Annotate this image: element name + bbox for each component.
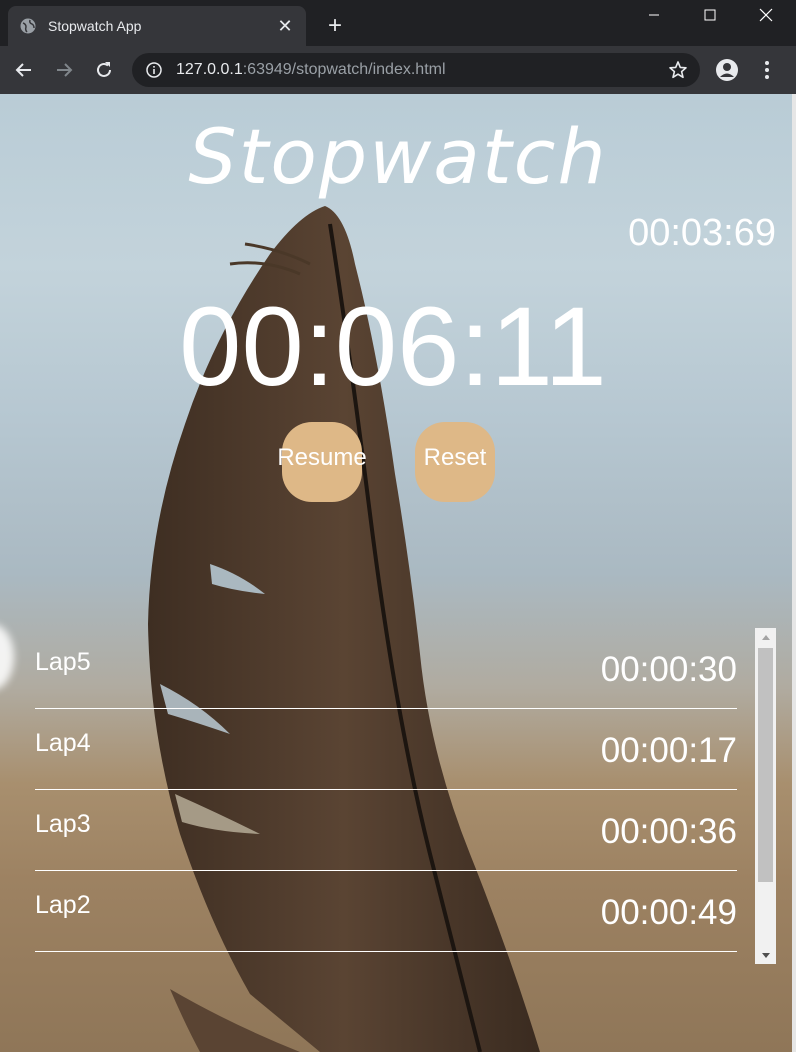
minimize-icon[interactable] — [626, 0, 682, 30]
laps-scrollbar[interactable] — [755, 628, 776, 964]
lap-name: Lap4 — [35, 729, 91, 757]
lap-name: Lap3 — [35, 810, 91, 838]
forward-arrow-icon[interactable] — [50, 56, 78, 84]
scrollbar-thumb[interactable] — [758, 648, 773, 882]
page-title: Stopwatch — [188, 112, 608, 201]
lap-time: 00:00:17 — [600, 731, 737, 770]
close-icon[interactable]: ✕ — [276, 17, 294, 35]
laps-list[interactable]: Lap5 00:00:30 Lap4 00:00:17 Lap3 00:00:3… — [35, 628, 737, 964]
page-viewport: Stopwatch 00:03:69 00:06:11 Resume Reset… — [0, 94, 796, 1052]
lap-row: Lap4 00:00:17 — [35, 709, 737, 790]
url-host: 127.0.0.1 — [176, 61, 243, 78]
reload-icon[interactable] — [90, 56, 118, 84]
resume-button[interactable]: Resume — [277, 422, 367, 502]
window-close-icon[interactable] — [738, 0, 794, 30]
browser-tab[interactable]: Stopwatch App ✕ — [8, 6, 306, 46]
info-icon[interactable] — [146, 62, 162, 78]
lap-name: Lap2 — [35, 891, 91, 919]
globe-icon — [20, 18, 36, 34]
browser-toolbar: 127.0.0.1:63949/stopwatch/index.html — [0, 46, 796, 94]
lap-name: Lap5 — [35, 648, 91, 676]
page-edge — [792, 94, 796, 1052]
profile-icon[interactable] — [713, 56, 741, 84]
lap-time: 00:00:49 — [600, 893, 737, 932]
back-arrow-icon[interactable] — [10, 56, 38, 84]
url-path: :63949/stopwatch/index.html — [242, 61, 446, 78]
maximize-icon[interactable] — [682, 0, 738, 30]
star-icon[interactable] — [668, 60, 688, 80]
lap-row: Lap5 00:00:30 — [35, 628, 737, 709]
current-lap-timer: 00:03:69 — [628, 212, 776, 254]
lap-row: Lap2 00:00:49 — [35, 871, 737, 952]
lap-time: 00:00:36 — [600, 812, 737, 851]
browser-tab-strip: Stopwatch App ✕ + — [0, 0, 796, 46]
scroll-up-arrow-icon[interactable] — [755, 628, 776, 645]
main-timer: 00:06:11 — [179, 284, 607, 409]
scroll-down-arrow-icon[interactable] — [755, 947, 776, 964]
plus-icon[interactable]: + — [322, 14, 348, 40]
kebab-menu-icon[interactable] — [753, 56, 781, 84]
lap-row: Lap3 00:00:36 — [35, 790, 737, 871]
lap-time: 00:00:30 — [600, 650, 737, 689]
tab-title: Stopwatch App — [48, 18, 142, 34]
reset-button[interactable]: Reset — [415, 422, 495, 502]
address-bar[interactable]: 127.0.0.1:63949/stopwatch/index.html — [132, 53, 700, 87]
